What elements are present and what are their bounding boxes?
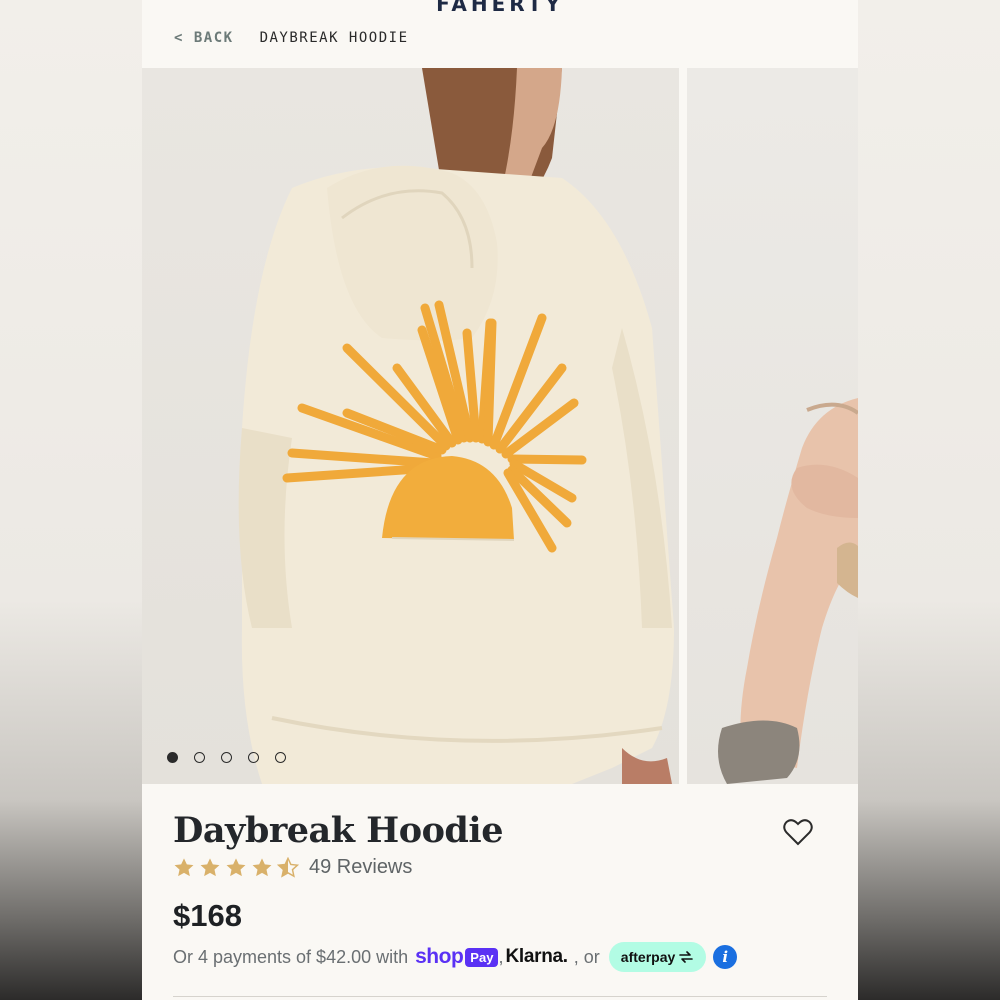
shop-pay-badge: Pay <box>465 947 499 967</box>
or-text: , or <box>573 946 600 967</box>
left-backdrop <box>0 0 142 1000</box>
breadcrumb-current: DAYBREAK HOODIE <box>259 30 409 46</box>
gallery-dot[interactable] <box>275 752 286 763</box>
klarna-logo: Klarna. <box>505 946 568 967</box>
separator-comma: , <box>498 946 504 967</box>
gallery-dot[interactable] <box>248 752 259 763</box>
gallery-dot[interactable] <box>221 752 232 763</box>
installment-payments: Or 4 payments of $42.00 with shop Pay , … <box>173 942 738 972</box>
gallery-pagination <box>167 752 286 763</box>
star-icon <box>174 857 194 876</box>
star-icon <box>252 857 272 876</box>
product-price: $168 <box>173 898 242 933</box>
rating-stars <box>173 856 299 879</box>
back-link[interactable]: < BACK <box>174 30 234 46</box>
installment-text: Or 4 payments of $42.00 with <box>173 946 409 967</box>
reviews-link[interactable]: 49 Reviews <box>309 856 412 879</box>
product-image-hoodie-back[interactable] <box>142 68 679 784</box>
half-star-icon <box>277 856 299 878</box>
breadcrumb: < BACK DAYBREAK HOODIE <box>174 30 409 46</box>
heart-icon[interactable] <box>783 818 813 846</box>
product-gallery[interactable] <box>142 68 858 784</box>
product-rating[interactable]: 49 Reviews <box>173 856 412 879</box>
product-image-lifestyle[interactable] <box>687 68 858 784</box>
afterpay-label: afterpay <box>620 949 676 965</box>
section-divider <box>173 996 827 997</box>
gallery-dot[interactable] <box>167 752 178 763</box>
brand-logo[interactable]: FAHERTY <box>142 0 858 16</box>
product-title: Daybreak Hoodie <box>173 810 503 851</box>
star-icon <box>200 857 220 876</box>
shop-pay-logo-word: shop <box>415 945 464 968</box>
afterpay-badge: afterpay <box>608 942 707 972</box>
product-info: Daybreak Hoodie 49 Reviews $168 Or 4 pay… <box>142 784 858 1000</box>
gallery-dot[interactable] <box>194 752 205 763</box>
info-icon[interactable]: i <box>713 945 738 969</box>
afterpay-arrows-icon <box>679 951 694 963</box>
right-backdrop <box>858 0 1000 1000</box>
product-page: FAHERTY < BACK DAYBREAK HOODIE Daybreak … <box>142 0 858 1000</box>
star-icon <box>226 857 246 876</box>
